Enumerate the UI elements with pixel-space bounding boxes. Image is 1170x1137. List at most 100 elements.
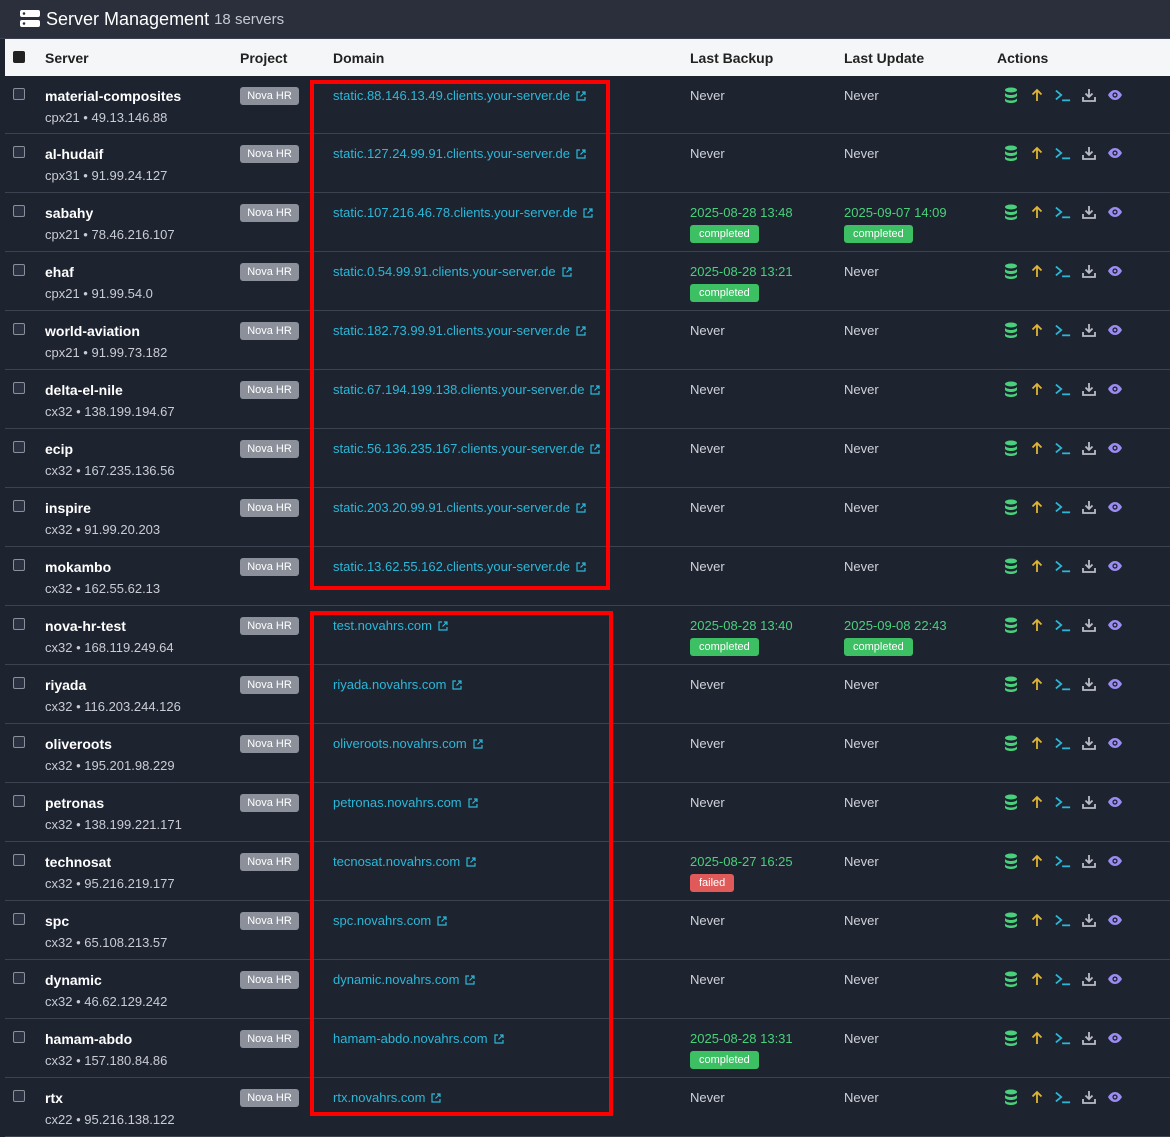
view-eye-icon[interactable] xyxy=(1107,794,1123,810)
view-eye-icon[interactable] xyxy=(1107,87,1123,103)
view-eye-icon[interactable] xyxy=(1107,971,1123,987)
backup-database-icon[interactable] xyxy=(1003,558,1019,574)
domain-text[interactable]: static.107.216.46.78.clients.your-server… xyxy=(333,205,577,220)
backup-database-icon[interactable] xyxy=(1003,1030,1019,1046)
external-link-icon[interactable] xyxy=(465,973,476,985)
row-checkbox[interactable] xyxy=(13,972,25,984)
domain-text[interactable]: hamam-abdo.novahrs.com xyxy=(333,1031,488,1046)
server-name[interactable]: spc xyxy=(45,913,69,929)
update-arrow-icon[interactable] xyxy=(1029,912,1045,928)
view-eye-icon[interactable] xyxy=(1107,912,1123,928)
external-link-icon[interactable] xyxy=(452,678,463,690)
row-checkbox[interactable] xyxy=(13,1031,25,1043)
view-eye-icon[interactable] xyxy=(1107,204,1123,220)
row-checkbox[interactable] xyxy=(13,795,25,807)
row-checkbox[interactable] xyxy=(13,736,25,748)
terminal-icon[interactable] xyxy=(1055,263,1071,279)
domain-link[interactable]: rtx.novahrs.com xyxy=(333,1090,442,1105)
backup-database-icon[interactable] xyxy=(1003,499,1019,515)
backup-database-icon[interactable] xyxy=(1003,912,1019,928)
domain-text[interactable]: static.13.62.55.162.clients.your-server.… xyxy=(333,559,570,574)
domain-link[interactable]: static.0.54.99.91.clients.your-server.de xyxy=(333,264,572,279)
update-arrow-icon[interactable] xyxy=(1029,1030,1045,1046)
backup-database-icon[interactable] xyxy=(1003,263,1019,279)
terminal-icon[interactable] xyxy=(1055,440,1071,456)
terminal-icon[interactable] xyxy=(1055,499,1071,515)
external-link-icon[interactable] xyxy=(576,89,586,101)
view-eye-icon[interactable] xyxy=(1107,676,1123,692)
terminal-icon[interactable] xyxy=(1055,971,1071,987)
server-name[interactable]: mokambo xyxy=(45,559,111,575)
domain-text[interactable]: static.56.136.235.167.clients.your-serve… xyxy=(333,441,584,456)
backup-database-icon[interactable] xyxy=(1003,381,1019,397)
server-name[interactable]: delta-el-nile xyxy=(45,382,123,398)
terminal-icon[interactable] xyxy=(1055,676,1071,692)
update-arrow-icon[interactable] xyxy=(1029,499,1045,515)
update-arrow-icon[interactable] xyxy=(1029,676,1045,692)
domain-link[interactable]: petronas.novahrs.com xyxy=(333,795,478,810)
download-icon[interactable] xyxy=(1081,735,1097,751)
server-name[interactable]: ehaf xyxy=(45,264,74,280)
terminal-icon[interactable] xyxy=(1055,87,1071,103)
external-link-icon[interactable] xyxy=(576,560,586,572)
download-icon[interactable] xyxy=(1081,204,1097,220)
update-arrow-icon[interactable] xyxy=(1029,440,1045,456)
update-arrow-icon[interactable] xyxy=(1029,1089,1045,1105)
server-name[interactable]: riyada xyxy=(45,677,86,693)
view-eye-icon[interactable] xyxy=(1107,735,1123,751)
view-eye-icon[interactable] xyxy=(1107,558,1123,574)
download-icon[interactable] xyxy=(1081,263,1097,279)
server-name[interactable]: hamam-abdo xyxy=(45,1031,132,1047)
terminal-icon[interactable] xyxy=(1055,558,1071,574)
domain-link[interactable]: tecnosat.novahrs.com xyxy=(333,854,476,869)
download-icon[interactable] xyxy=(1081,912,1097,928)
row-checkbox[interactable] xyxy=(13,264,25,276)
view-eye-icon[interactable] xyxy=(1107,1030,1123,1046)
server-name[interactable]: oliveroots xyxy=(45,736,112,752)
download-icon[interactable] xyxy=(1081,1030,1097,1046)
terminal-icon[interactable] xyxy=(1055,381,1071,397)
download-icon[interactable] xyxy=(1081,1089,1097,1105)
external-link-icon[interactable] xyxy=(473,737,483,749)
backup-database-icon[interactable] xyxy=(1003,87,1019,103)
terminal-icon[interactable] xyxy=(1055,617,1071,633)
view-eye-icon[interactable] xyxy=(1107,499,1123,515)
download-icon[interactable] xyxy=(1081,971,1097,987)
external-link-icon[interactable] xyxy=(583,206,593,218)
external-link-icon[interactable] xyxy=(576,324,586,336)
update-arrow-icon[interactable] xyxy=(1029,794,1045,810)
download-icon[interactable] xyxy=(1081,794,1097,810)
column-last-backup[interactable]: Last Backup xyxy=(690,50,773,66)
view-eye-icon[interactable] xyxy=(1107,617,1123,633)
update-arrow-icon[interactable] xyxy=(1029,145,1045,161)
update-arrow-icon[interactable] xyxy=(1029,558,1045,574)
download-icon[interactable] xyxy=(1081,676,1097,692)
domain-link[interactable]: test.novahrs.com xyxy=(333,618,448,633)
download-icon[interactable] xyxy=(1081,145,1097,161)
domain-text[interactable]: static.203.20.99.91.clients.your-server.… xyxy=(333,500,570,515)
download-icon[interactable] xyxy=(1081,381,1097,397)
domain-text[interactable]: test.novahrs.com xyxy=(333,618,432,633)
backup-database-icon[interactable] xyxy=(1003,145,1019,161)
server-name[interactable]: nova-hr-test xyxy=(45,618,126,634)
server-name[interactable]: sabahy xyxy=(45,205,93,221)
update-arrow-icon[interactable] xyxy=(1029,381,1045,397)
domain-link[interactable]: dynamic.novahrs.com xyxy=(333,972,476,987)
domain-link[interactable]: static.13.62.55.162.clients.your-server.… xyxy=(333,559,586,574)
view-eye-icon[interactable] xyxy=(1107,145,1123,161)
update-arrow-icon[interactable] xyxy=(1029,617,1045,633)
server-name[interactable]: rtx xyxy=(45,1090,63,1106)
update-arrow-icon[interactable] xyxy=(1029,204,1045,220)
domain-link[interactable]: static.67.194.199.138.clients.your-serve… xyxy=(333,382,601,397)
external-link-icon[interactable] xyxy=(468,796,478,808)
external-link-icon[interactable] xyxy=(438,619,448,631)
external-link-icon[interactable] xyxy=(437,914,447,926)
row-checkbox[interactable] xyxy=(13,618,25,630)
backup-database-icon[interactable] xyxy=(1003,617,1019,633)
update-arrow-icon[interactable] xyxy=(1029,87,1045,103)
domain-link[interactable]: static.203.20.99.91.clients.your-server.… xyxy=(333,500,586,515)
view-eye-icon[interactable] xyxy=(1107,322,1123,338)
row-checkbox[interactable] xyxy=(13,441,25,453)
view-eye-icon[interactable] xyxy=(1107,440,1123,456)
download-icon[interactable] xyxy=(1081,87,1097,103)
